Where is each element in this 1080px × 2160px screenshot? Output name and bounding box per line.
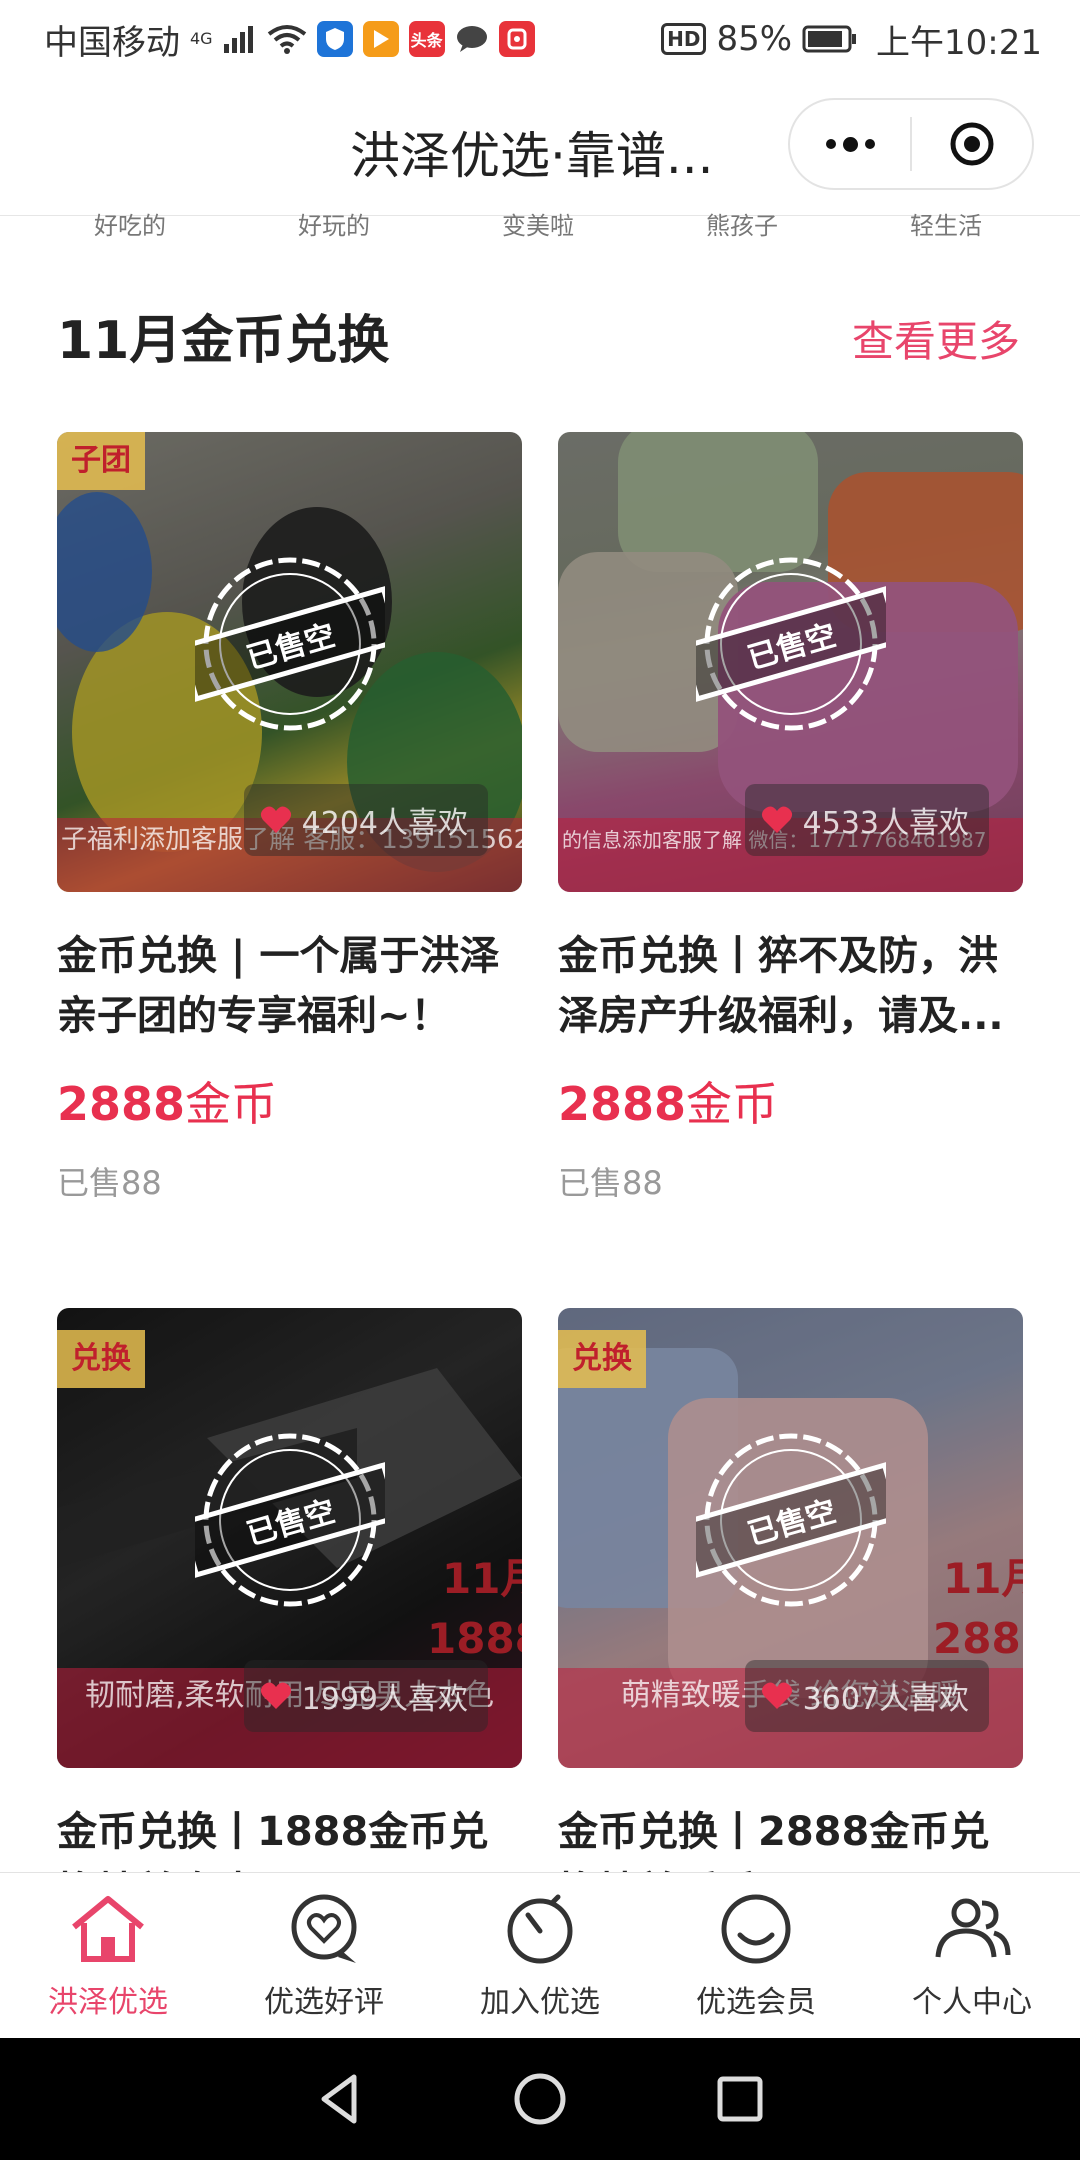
security-app-icon	[498, 21, 535, 57]
tab-label: 洪泽优选	[48, 1985, 168, 2020]
product-card[interactable]: 子团 子福利添加客服了解 客服：13915156233 已售空 4204人喜欢 …	[57, 432, 522, 1204]
price-value: 2888	[57, 1077, 186, 1131]
heart-icon	[260, 1682, 291, 1709]
price-unit: 金币	[185, 1077, 278, 1131]
likes-badge: 3607人喜欢	[744, 1660, 989, 1732]
home-icon	[72, 1896, 144, 1962]
chat-bubble-icon	[455, 24, 489, 54]
product-price: 2888金币	[57, 1068, 522, 1134]
target-close-icon	[950, 122, 994, 166]
more-menu-button[interactable]	[790, 100, 910, 188]
category-item[interactable]: 好吃的	[28, 212, 232, 240]
category-item[interactable]: 熊孩子	[640, 212, 844, 240]
likes-count: 4204人喜欢	[301, 806, 468, 841]
product-image[interactable]: 11月2 1888 兑换 韧耐磨,柔软耐用 尽显男人本色 已售空 1999人喜欢	[57, 1308, 522, 1768]
home-circle-icon[interactable]	[510, 2069, 570, 2129]
product-image[interactable]: 11月2 288 兑换 萌精致暖手袋 给您送温暖 已售空 3607人喜欢	[558, 1308, 1023, 1768]
likes-count: 3607人喜欢	[802, 1682, 969, 1717]
tab-membership[interactable]: 优选会员	[648, 1873, 864, 2038]
network-type: 4G	[190, 28, 213, 48]
product-title[interactable]: 金币兑换丨猝不及防，洪泽房产升级福利，请及...	[558, 926, 1023, 1046]
system-navigation-bar	[0, 2038, 1080, 2160]
category-item[interactable]: 变美啦	[436, 212, 640, 240]
tab-profile[interactable]: 个人中心	[864, 1873, 1080, 2038]
toutiao-app-icon: 头条	[408, 21, 445, 57]
image-banner: 子团	[57, 432, 145, 490]
capsule-menu	[788, 98, 1034, 190]
product-card[interactable]: 11月2 288 兑换 萌精致暖手袋 给您送温暖 已售空 3607人喜欢 金币兑…	[558, 1308, 1023, 1922]
price-unit: 金币	[686, 1077, 779, 1131]
page-title: 洪泽优选·靠谱...	[350, 127, 714, 185]
wifi-icon	[267, 24, 307, 54]
heart-chat-icon	[291, 1894, 357, 1963]
video-app-icon	[362, 21, 399, 57]
hd-badge: HD	[661, 23, 707, 55]
tab-join[interactable]: 加入优选	[432, 1873, 648, 2038]
product-image[interactable]: 的信息添加客服了解 微信：17717768461987 已售空 4533人喜欢	[558, 432, 1023, 892]
product-price: 2888金币	[558, 1068, 1023, 1134]
mini-program-title-bar: 洪泽优选·靠谱...	[0, 78, 1080, 216]
users-icon	[935, 1898, 1011, 1958]
shield-app-icon	[316, 21, 353, 57]
stopwatch-icon	[507, 1894, 573, 1964]
more-dots-icon	[825, 136, 875, 152]
status-bar-left: 中国移动 4G 头条	[44, 15, 535, 64]
signal-icon	[223, 24, 257, 54]
heart-icon	[260, 806, 291, 833]
product-card[interactable]: 11月2 1888 兑换 韧耐磨,柔软耐用 尽显男人本色 已售空 1999人喜欢…	[57, 1308, 522, 1922]
likes-badge: 1999人喜欢	[243, 1660, 488, 1732]
tab-label: 优选好评	[264, 1985, 384, 2020]
heart-icon	[761, 1682, 792, 1709]
battery-icon	[802, 24, 858, 54]
likes-badge: 4204人喜欢	[243, 784, 488, 856]
price-value: 2888	[558, 1077, 687, 1131]
tab-label: 加入优选	[480, 1985, 600, 2020]
likes-count: 4533人喜欢	[802, 806, 969, 841]
tab-home[interactable]: 洪泽优选	[0, 1873, 216, 2038]
status-bar: 中国移动 4G 头条 HD 85% 上午10:21	[0, 0, 1080, 78]
category-item[interactable]: 好玩的	[232, 212, 436, 240]
category-strip: 好吃的 好玩的 变美啦 熊孩子 轻生活	[0, 212, 1080, 240]
section-title: 11月金币兑换	[57, 311, 390, 371]
recents-icon[interactable]	[710, 2069, 770, 2129]
product-title[interactable]: 金币兑换 | 一个属于洪泽亲子团的专享福利~！	[57, 926, 522, 1046]
status-bar-right: HD 85% 上午10:21	[661, 15, 1042, 64]
back-icon[interactable]	[310, 2069, 370, 2129]
likes-count: 1999人喜欢	[301, 1682, 468, 1717]
battery-percent: 85%	[716, 19, 793, 59]
likes-badge: 4533人喜欢	[744, 784, 989, 856]
sold-count: 已售88	[558, 1164, 663, 1202]
view-more-link[interactable]: 查看更多	[852, 308, 1020, 369]
clock: 上午10:21	[876, 22, 1042, 63]
category-item[interactable]: 轻生活	[844, 212, 1048, 240]
sold-count: 已售88	[57, 1164, 162, 1202]
tab-label: 个人中心	[912, 1985, 1032, 2020]
smile-icon	[721, 1894, 791, 1964]
tab-label: 优选会员	[696, 1985, 816, 2020]
heart-icon	[761, 806, 792, 833]
carrier-label: 中国移动	[44, 22, 180, 63]
image-banner: 兑换	[57, 1330, 145, 1388]
bottom-tab-bar: 洪泽优选 优选好评 加入优选 优选会员 个人中心	[0, 1872, 1080, 2038]
product-card[interactable]: 的信息添加客服了解 微信：17717768461987 已售空 4533人喜欢 …	[558, 432, 1023, 1204]
product-image[interactable]: 子团 子福利添加客服了解 客服：13915156233 已售空 4204人喜欢	[57, 432, 522, 892]
image-banner: 兑换	[558, 1330, 646, 1388]
close-mini-program-button[interactable]	[912, 100, 1032, 188]
tab-reviews[interactable]: 优选好评	[216, 1873, 432, 2038]
